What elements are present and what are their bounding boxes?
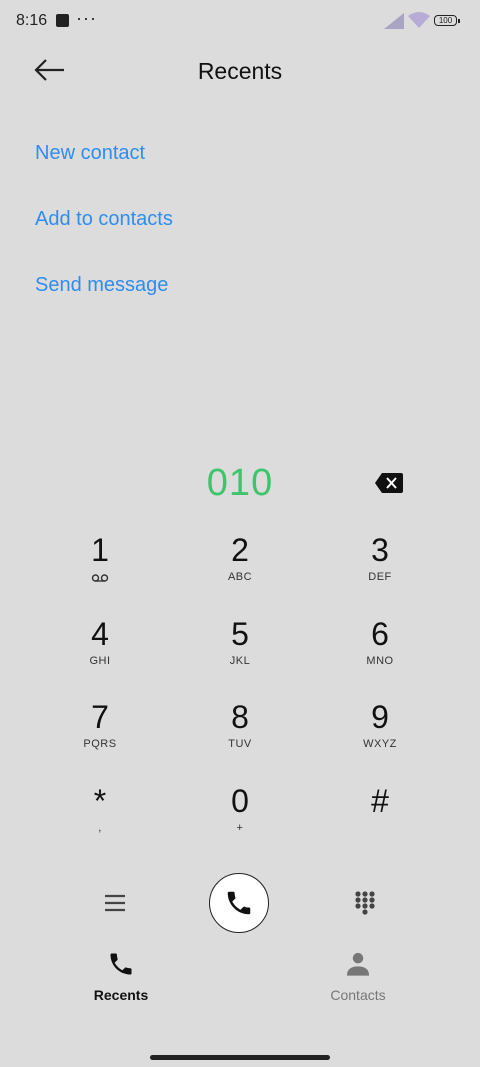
key-1[interactable]: 1 <box>40 530 160 610</box>
key-letters: JKL <box>229 655 251 667</box>
key-letters: WXYZ <box>363 738 397 750</box>
key-digit: 1 <box>91 532 109 568</box>
hide-dialpad-button[interactable] <box>350 886 380 920</box>
number-actions: New contact Add to contacts Send message <box>35 138 173 336</box>
tab-label: Recents <box>93 987 149 1003</box>
key-letters: , <box>98 822 102 834</box>
key-letters: PQRS <box>83 738 117 750</box>
battery-icon: 100 <box>434 15 460 26</box>
call-actions <box>0 872 480 936</box>
key-letters: DEF <box>368 571 392 583</box>
key-4[interactable]: 4 GHI <box>40 614 160 694</box>
send-message-link[interactable]: Send message <box>35 270 173 336</box>
tab-label: Contacts <box>330 987 386 1003</box>
add-to-contacts-link[interactable]: Add to contacts <box>35 204 173 270</box>
battery-level: 100 <box>438 16 453 25</box>
number-display: 010 <box>0 462 480 510</box>
key-letters: TUV <box>228 738 252 750</box>
backspace-icon <box>375 473 403 493</box>
page-title: Recents <box>197 58 283 84</box>
dialed-number: 010 <box>206 462 274 504</box>
menu-icon <box>105 894 125 912</box>
key-digit: 5 <box>231 616 249 652</box>
person-icon <box>346 952 370 976</box>
call-button[interactable] <box>209 873 269 933</box>
key-letters: MNO <box>366 655 394 667</box>
status-time: 8:16 <box>16 12 48 29</box>
status-bar: 8:16 ··· 100 <box>0 0 480 44</box>
key-5[interactable]: 5 JKL <box>180 614 300 694</box>
key-hash[interactable]: # <box>320 781 440 861</box>
key-0[interactable]: 0 + <box>180 781 300 861</box>
signal-icon <box>384 13 404 29</box>
key-digit: 8 <box>231 699 249 735</box>
key-3[interactable]: 3 DEF <box>320 530 440 610</box>
backspace-button[interactable] <box>374 472 404 494</box>
key-star[interactable]: * , <box>40 781 160 861</box>
key-8[interactable]: 8 TUV <box>180 697 300 777</box>
key-digit: * <box>93 783 107 819</box>
more-notifications-icon: ··· <box>76 8 97 28</box>
voicemail-icon <box>91 574 109 582</box>
phone-icon <box>227 891 251 915</box>
bottom-tabs: Recents Contacts <box>0 950 480 1010</box>
notification-icon <box>56 14 69 27</box>
menu-button[interactable] <box>95 886 135 920</box>
key-digit: # <box>371 783 389 819</box>
key-digit: 2 <box>231 532 249 568</box>
home-indicator[interactable] <box>150 1055 330 1060</box>
key-digit: 6 <box>371 616 389 652</box>
wifi-icon <box>408 12 430 28</box>
tab-recents[interactable]: Recents <box>61 950 181 1003</box>
key-digit: 0 <box>231 783 249 819</box>
header: Recents <box>0 44 480 100</box>
key-digit: 4 <box>91 616 109 652</box>
key-7[interactable]: 7 PQRS <box>40 697 160 777</box>
phone-icon <box>110 953 132 975</box>
key-letters: GHI <box>89 655 111 667</box>
key-2[interactable]: 2 ABC <box>180 530 300 610</box>
key-letters: ABC <box>227 571 253 583</box>
key-digit: 3 <box>371 532 389 568</box>
tab-contacts[interactable]: Contacts <box>298 950 418 1003</box>
key-6[interactable]: 6 MNO <box>320 614 440 694</box>
key-digit: 7 <box>91 699 109 735</box>
key-9[interactable]: 9 WXYZ <box>320 697 440 777</box>
dialpad-icon <box>355 891 375 915</box>
key-letters: + <box>236 822 244 834</box>
new-contact-link[interactable]: New contact <box>35 138 173 204</box>
key-digit: 9 <box>371 699 389 735</box>
